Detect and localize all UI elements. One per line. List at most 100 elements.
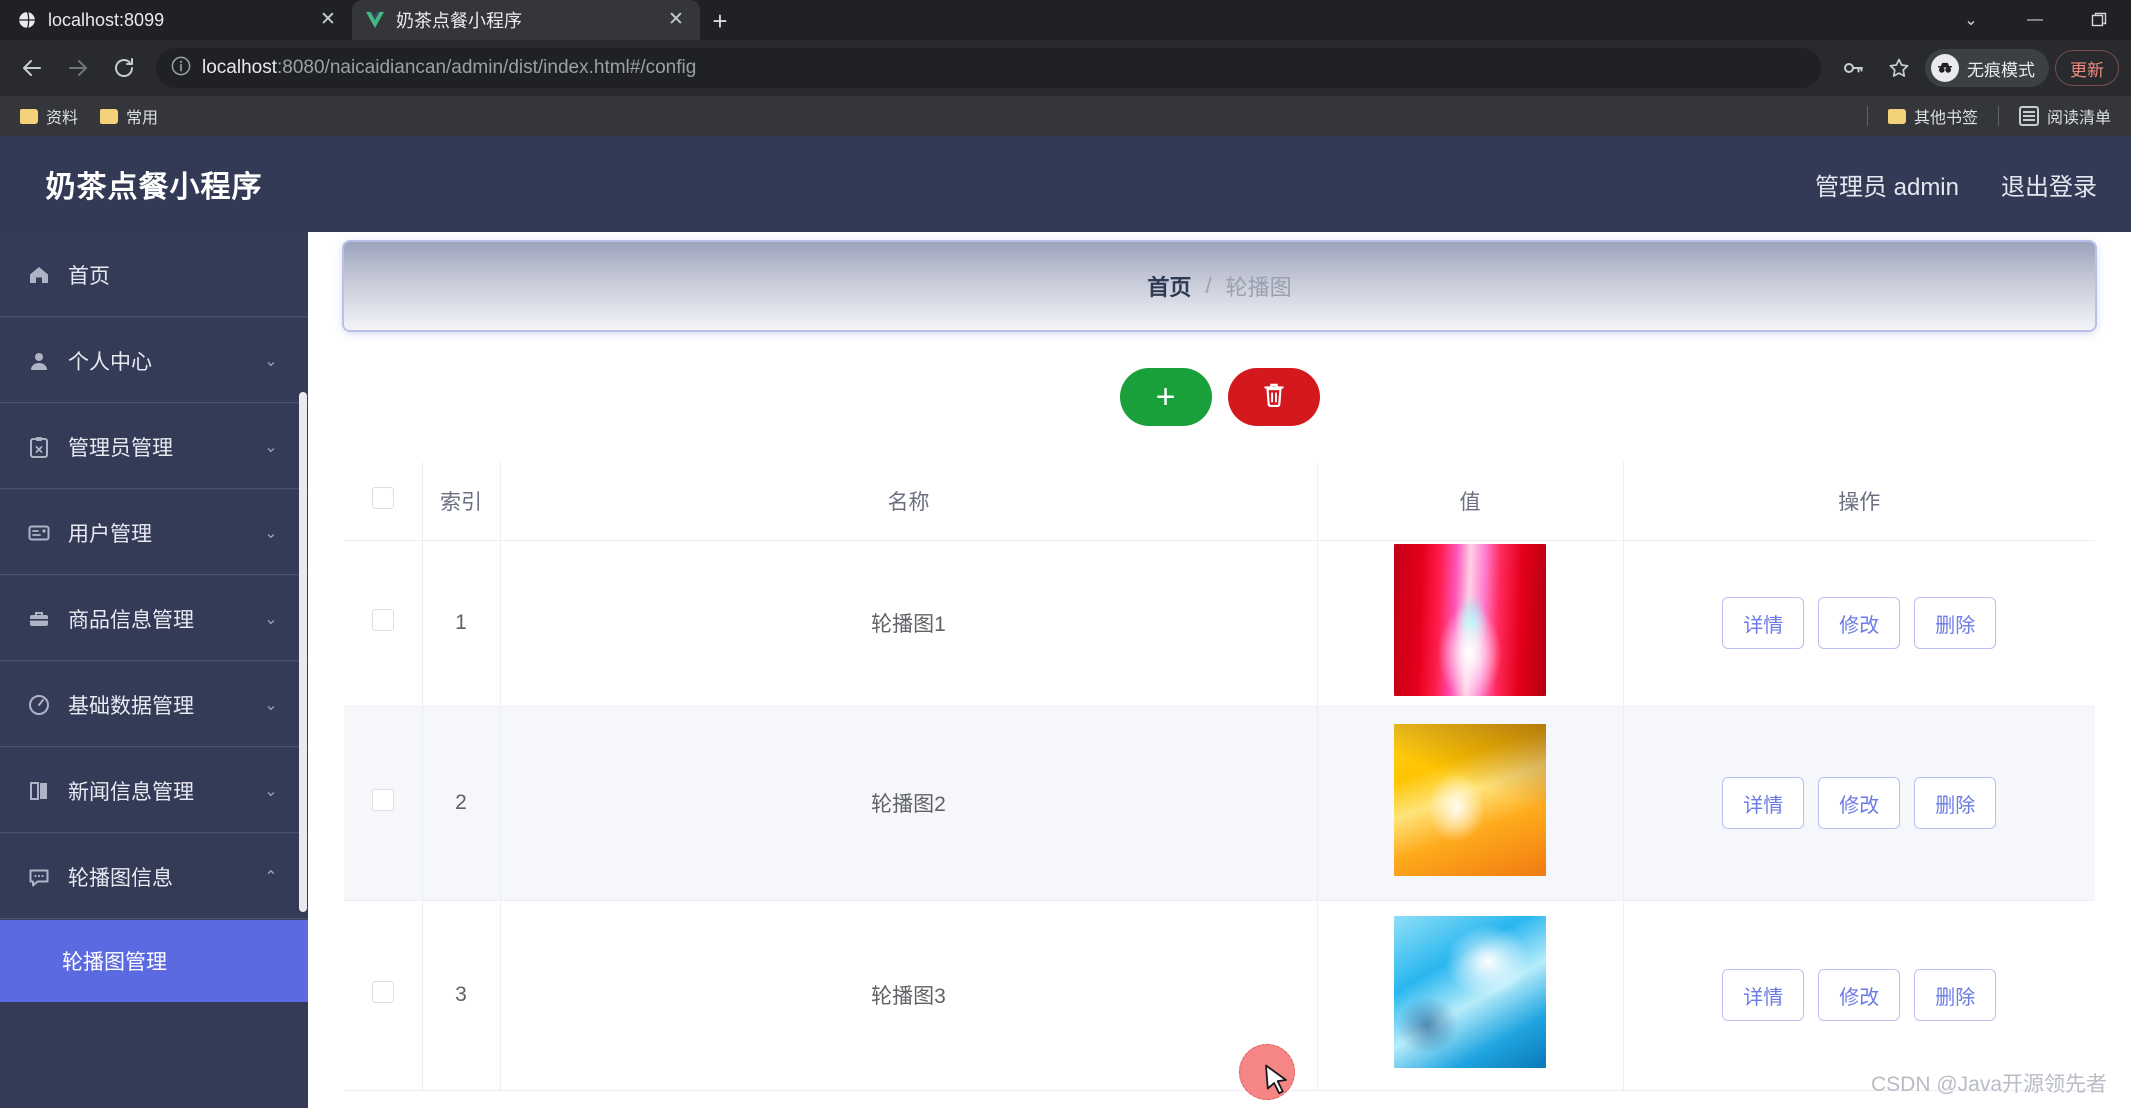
breadcrumb: 首页 / 轮播图 (1147, 270, 1291, 302)
row-checkbox[interactable] (371, 789, 394, 811)
restore-icon[interactable] (2067, 0, 2131, 40)
row-checkbox-cell (344, 900, 423, 1091)
info-circle-icon[interactable] (170, 55, 192, 82)
row-value-cell (1317, 706, 1624, 901)
row-actions-cell: 详情 修改 删除 (1623, 900, 2095, 1091)
reading-list-button[interactable]: 阅读清单 (2011, 101, 2119, 131)
batch-delete-button[interactable] (1227, 368, 1320, 426)
add-button[interactable]: + (1119, 368, 1212, 426)
detail-button[interactable]: 详情 (1722, 597, 1805, 649)
browser-toolbar: localhost:8080/naicaidiancan/admin/dist/… (0, 40, 2131, 96)
sidebar-item-label: 新闻信息管理 (68, 780, 194, 804)
carousel-image[interactable] (1394, 544, 1546, 696)
sidebar-scrollbar[interactable] (299, 392, 307, 912)
breadcrumb-separator: / (1205, 273, 1212, 298)
user-icon (26, 348, 52, 374)
sidebar-item-label: 首页 (68, 264, 110, 288)
url-text: localhost:8080/naicaidiancan/admin/dist/… (202, 57, 696, 79)
bookmark-item-1[interactable]: 资料 (12, 101, 86, 131)
row-actions-cell: 详情 修改 删除 (1623, 540, 2096, 707)
key-icon[interactable] (1833, 48, 1873, 88)
sidebar-subitem-carousel-management[interactable]: 轮播图管理 (0, 920, 308, 1002)
new-tab-button[interactable]: + (700, 4, 740, 40)
comment-icon (26, 864, 52, 890)
chevron-down-icon: ⌄ (264, 782, 278, 800)
browser-window: localhost:8099 ✕ 奶茶点餐小程序 ✕ + ⌄ — localho… (0, 0, 2131, 1108)
edit-button[interactable]: 修改 (1818, 597, 1901, 649)
row-name: 轮播图3 (500, 900, 1318, 1091)
row-actions: 详情 修改 删除 (1624, 597, 2096, 649)
incognito-badge[interactable]: 无痕模式 (1925, 49, 2049, 87)
sidebar-item-label: 商品信息管理 (68, 608, 194, 632)
close-icon[interactable]: ✕ (664, 8, 688, 32)
sidebar-item-home[interactable]: 首页 (0, 232, 308, 318)
table-body: 1 轮播图1 详情 修改 删除 2 轮播图2 详情 修改 删除 3 轮播图3 详… (344, 540, 2096, 1091)
bookmark-item-2[interactable]: 常用 (92, 101, 166, 131)
app-body: 首页 个人中心 ⌄ 管理员管理 ⌄ 用户管理 ⌄ 商品信息管理 ⌄ 基础数据管理… (0, 232, 2131, 1108)
sidebar-filler (0, 1002, 308, 1108)
edit-button[interactable]: 修改 (1818, 969, 1901, 1021)
th-select-all (344, 462, 423, 541)
divider (1997, 106, 1999, 126)
tab-title: 奶茶点餐小程序 (396, 11, 522, 31)
sidebar-item-label: 个人中心 (68, 350, 152, 374)
incognito-icon (1931, 54, 1959, 82)
row-checkbox[interactable] (371, 981, 394, 1003)
table-row[interactable]: 3 轮播图3 详情 修改 删除 (344, 900, 2095, 1091)
carousel-table: 索引 名称 值 操作 1 轮播图1 详情 修改 删除 2 轮播图2 详情 修改 … (344, 462, 2095, 1091)
vue-logo-icon (364, 9, 386, 31)
logout-button[interactable]: 退出登录 (2001, 167, 2097, 202)
sidebar-item-product-info-management[interactable]: 商品信息管理 ⌄ (0, 576, 308, 662)
back-icon[interactable] (12, 48, 52, 88)
row-checkbox[interactable] (371, 609, 394, 631)
other-bookmarks-button[interactable]: 其他书签 (1880, 101, 1986, 131)
delete-button[interactable]: 删除 (1914, 777, 1997, 829)
clipboard-icon (26, 434, 52, 460)
chevron-down-icon: ⌄ (264, 610, 278, 628)
sidebar-item-admin-management[interactable]: 管理员管理 ⌄ (0, 404, 308, 490)
carousel-image[interactable] (1394, 724, 1546, 876)
edit-button[interactable]: 修改 (1818, 777, 1901, 829)
chevron-down-icon: ⌄ (264, 438, 278, 456)
sidebar-item-carousel-info[interactable]: 轮播图信息 ⌃ (0, 834, 308, 920)
breadcrumb-home[interactable]: 首页 (1147, 270, 1191, 302)
delete-button[interactable]: 删除 (1914, 597, 1997, 649)
row-checkbox-cell (344, 706, 423, 901)
book-icon (26, 778, 52, 804)
table-toolbar: + (308, 368, 2131, 426)
table-header-row: 索引 名称 值 操作 (344, 462, 2095, 541)
sidebar-item-news-info-management[interactable]: 新闻信息管理 ⌄ (0, 748, 308, 834)
star-icon[interactable] (1879, 48, 1919, 88)
sidebar-item-personal-center[interactable]: 个人中心 ⌄ (0, 318, 308, 404)
divider (1866, 106, 1868, 126)
forward-icon[interactable] (58, 48, 98, 88)
delete-button[interactable]: 删除 (1914, 969, 1997, 1021)
browser-tab-1[interactable]: localhost:8099 ✕ (4, 0, 352, 40)
row-index: 1 (422, 540, 501, 707)
detail-button[interactable]: 详情 (1722, 777, 1805, 829)
detail-button[interactable]: 详情 (1722, 969, 1805, 1021)
table-head: 索引 名称 值 操作 (344, 462, 2095, 541)
breadcrumb-bar: 首页 / 轮播图 (344, 242, 2095, 330)
minimize-icon[interactable]: — (2003, 0, 2067, 40)
sidebar-item-basic-data-management[interactable]: 基础数据管理 ⌄ (0, 662, 308, 748)
chevron-down-icon[interactable]: ⌄ (1939, 0, 2003, 40)
th-operation: 操作 (1623, 462, 2095, 541)
browser-tab-2[interactable]: 奶茶点餐小程序 ✕ (352, 0, 700, 40)
address-bar[interactable]: localhost:8080/naicaidiancan/admin/dist/… (156, 48, 1821, 88)
reading-list-label: 阅读清单 (2046, 110, 2111, 127)
reload-icon[interactable] (104, 48, 144, 88)
folder-icon (1887, 108, 1906, 124)
header-right: 管理员 admin 退出登录 (1815, 167, 2097, 202)
app-viewport: 奶茶点餐小程序 管理员 admin 退出登录 首页 个人中心 ⌄ 管理员管理 ⌄… (0, 136, 2131, 1108)
carousel-image[interactable] (1394, 916, 1546, 1068)
window-controls: ⌄ — (1939, 0, 2131, 40)
select-all-checkbox[interactable] (371, 486, 394, 509)
update-button[interactable]: 更新 (2055, 50, 2119, 86)
sidebar-item-user-management[interactable]: 用户管理 ⌄ (0, 490, 308, 576)
table-row[interactable]: 2 轮播图2 详情 修改 删除 (344, 706, 2096, 901)
table-row[interactable]: 1 轮播图1 详情 修改 删除 (344, 540, 2096, 707)
breadcrumb-current: 轮播图 (1225, 275, 1292, 300)
close-icon[interactable]: ✕ (316, 8, 340, 32)
row-actions: 详情 修改 删除 (1624, 777, 2096, 829)
